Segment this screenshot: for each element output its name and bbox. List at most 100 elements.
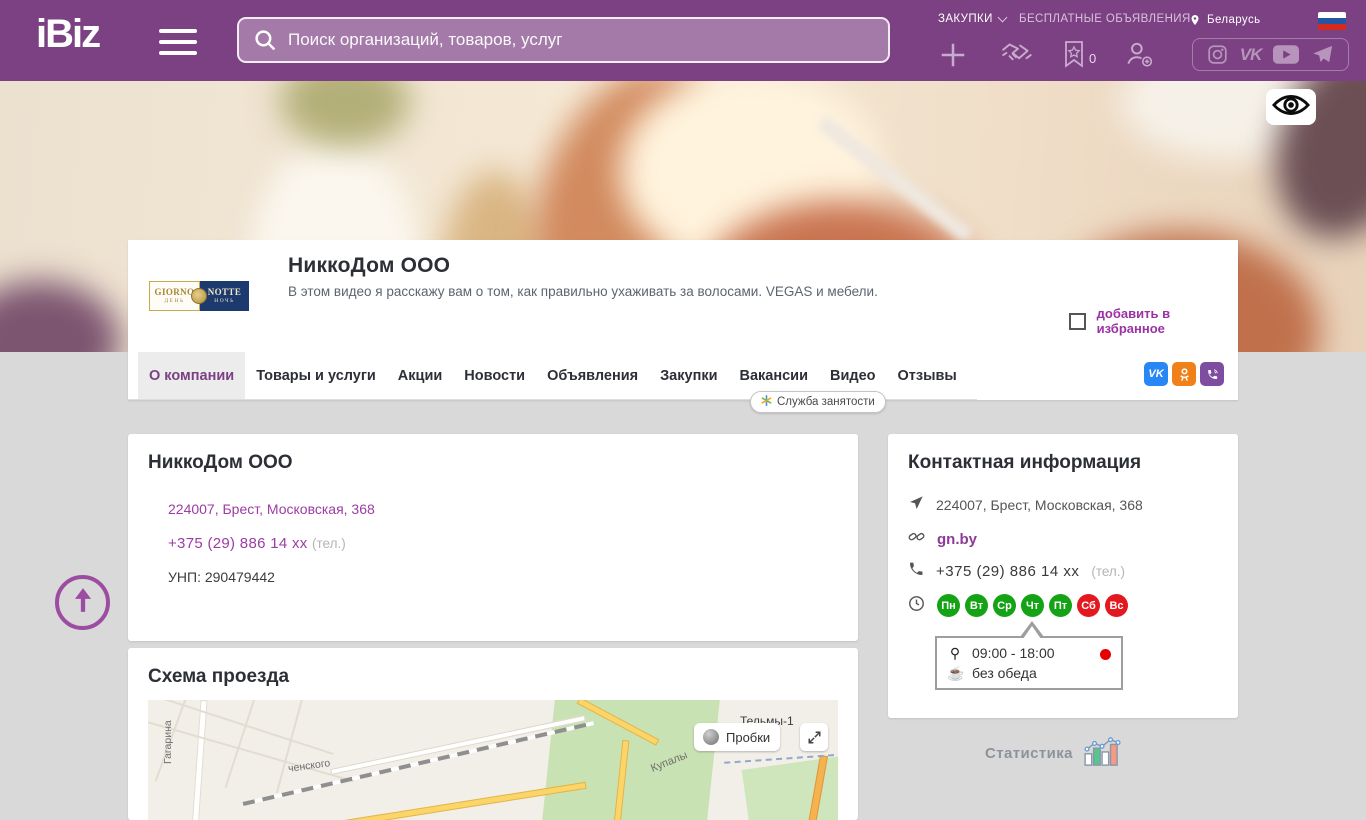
company-card: GIORNO ДЕНЬ NOTTE НОЧЬ НиккоДом ООО В этом… bbox=[128, 240, 1238, 400]
contact-title: Контактная информация bbox=[908, 452, 1141, 474]
contact-phone-number[interactable]: +375 (29) 886 14 xx bbox=[936, 563, 1079, 580]
header: iBiz ЗАКУПКИ БЕСПЛАТНЫЕ ОБЪЯВЛЕНИЯ Белар… bbox=[0, 0, 1366, 81]
employment-service-tooltip: Служба занятости bbox=[750, 391, 886, 413]
day-badge-tue: Вт bbox=[965, 594, 988, 617]
header-social-links: VK bbox=[1192, 38, 1349, 71]
favorite-checkbox[interactable] bbox=[1069, 313, 1086, 330]
company-title: НиккоДом ООО bbox=[288, 254, 450, 278]
menu-icon[interactable] bbox=[159, 29, 197, 62]
hours-lunch-row: ☕ без обеда bbox=[947, 665, 1111, 682]
instagram-icon[interactable] bbox=[1207, 44, 1228, 65]
add-company-button[interactable] bbox=[938, 40, 968, 70]
working-days-row: Пн Вт Ср Чт Пт Сб Вс bbox=[908, 594, 1128, 617]
location-pin-icon bbox=[1189, 13, 1201, 27]
day-badge-wed: Ср bbox=[993, 594, 1016, 617]
language-flag-russian[interactable] bbox=[1318, 12, 1346, 30]
hours-lunch: без обеда bbox=[972, 665, 1037, 681]
tab-products-services[interactable]: Товары и услуги bbox=[245, 352, 387, 399]
favorites-bookmark-button[interactable]: 0 bbox=[1062, 40, 1096, 68]
logo-emblem bbox=[191, 288, 207, 304]
region-label: Беларусь bbox=[1207, 14, 1261, 26]
tab-reviews[interactable]: Отзывы bbox=[887, 352, 968, 399]
navigation-arrow-icon bbox=[908, 495, 924, 514]
day-badge-sat: Сб bbox=[1077, 594, 1100, 617]
search-icon bbox=[253, 28, 278, 53]
logo-notte: NOTTE bbox=[208, 288, 242, 297]
map-road bbox=[191, 700, 207, 820]
coffee-cup-icon: ☕ bbox=[947, 665, 963, 682]
free-ads-link[interactable]: БЕСПЛАТНЫЕ ОБЪЯВЛЕНИЯ bbox=[1019, 13, 1191, 25]
map[interactable]: Гагарина Тельмы-1 ченского Купалы Пробки bbox=[148, 700, 838, 820]
hours-time-row: ⚲ 09:00 - 18:00 bbox=[947, 645, 1111, 662]
clock-icon bbox=[908, 595, 925, 617]
purchases-menu-label: ЗАКУПКИ bbox=[938, 13, 993, 25]
phone-note: (тел.) bbox=[312, 536, 346, 551]
day-badge-fri: Пт bbox=[1049, 594, 1072, 617]
about-title: НиккоДом ООО bbox=[148, 452, 293, 474]
contact-card: Контактная информация 224007, Брест, Мос… bbox=[888, 434, 1238, 718]
day-badge-sun: Вс bbox=[1105, 594, 1128, 617]
traffic-label: Пробки bbox=[726, 730, 770, 745]
viber-icon[interactable] bbox=[1200, 362, 1224, 386]
vk-icon[interactable]: VK bbox=[1240, 45, 1262, 65]
map-fullscreen-button[interactable] bbox=[800, 723, 828, 751]
contact-website-row: gn.by bbox=[908, 528, 977, 550]
map-main-road bbox=[279, 782, 586, 820]
phone-icon bbox=[908, 561, 924, 581]
logo-giorno: GIORNO bbox=[155, 288, 195, 297]
link-chain-icon bbox=[908, 528, 925, 550]
favorite-label: добавить в избранное bbox=[1097, 306, 1238, 336]
tab-promotions[interactable]: Акции bbox=[387, 352, 453, 399]
ibiz-logo[interactable]: iBiz bbox=[36, 12, 99, 57]
traffic-toggle-button[interactable]: Пробки bbox=[694, 723, 780, 751]
closed-now-indicator bbox=[1100, 649, 1111, 660]
logo-den: ДЕНЬ bbox=[164, 299, 184, 305]
free-ads-label: БЕСПЛАТНЫЕ ОБЪЯВЛЕНИЯ bbox=[1019, 13, 1191, 25]
work-tools-icon: ⚲ bbox=[947, 645, 963, 662]
employment-service-label: Служба занятости bbox=[777, 396, 875, 408]
search-input[interactable] bbox=[288, 30, 874, 50]
working-hours-tooltip: ⚲ 09:00 - 18:00 ☕ без обеда bbox=[935, 636, 1123, 690]
telegram-icon[interactable] bbox=[1311, 43, 1334, 66]
website-link[interactable]: gn.by bbox=[937, 531, 977, 548]
contact-address-row: 224007, Брест, Московская, 368 bbox=[908, 495, 1143, 514]
login-register-button[interactable] bbox=[1124, 40, 1154, 68]
vk-share-icon[interactable]: VK bbox=[1144, 362, 1168, 386]
accessibility-eye-button[interactable] bbox=[1266, 89, 1316, 125]
partnership-handshake-icon[interactable] bbox=[1000, 40, 1036, 68]
company-phone[interactable]: +375 (29) 886 14 xx (тел.) bbox=[168, 535, 346, 552]
tab-announcements[interactable]: Объявления bbox=[536, 352, 649, 399]
chevron-down-icon bbox=[997, 12, 1007, 22]
company-unp: УНП: 290479442 bbox=[168, 569, 275, 585]
statistics-chart-icon bbox=[1083, 735, 1123, 771]
day-badge-thu-current: Чт bbox=[1021, 594, 1044, 617]
day-badge-mon: Пн bbox=[937, 594, 960, 617]
search-box bbox=[237, 17, 890, 63]
about-card: НиккоДом ООО 224007, Брест, Московская, … bbox=[128, 434, 858, 641]
traffic-light-icon bbox=[703, 729, 719, 745]
contact-phone-note: (тел.) bbox=[1091, 564, 1125, 579]
tab-purchases[interactable]: Закупки bbox=[649, 352, 728, 399]
logo-noch: НОЧЬ bbox=[214, 299, 235, 305]
odnoklassniki-share-icon[interactable] bbox=[1172, 362, 1196, 386]
eye-icon bbox=[1272, 93, 1310, 122]
map-title: Схема проезда bbox=[148, 666, 289, 688]
company-address-link[interactable]: 224007, Брест, Московская, 368 bbox=[168, 501, 375, 517]
company-description: В этом видео я расскажу вам о том, как п… bbox=[288, 284, 878, 299]
add-to-favorites[interactable]: добавить в избранное bbox=[1069, 306, 1238, 336]
map-street-label: Гагарина bbox=[162, 720, 174, 764]
employment-asterisk-icon bbox=[761, 395, 772, 409]
tab-about[interactable]: О компании bbox=[138, 352, 245, 399]
company-logo: GIORNO ДЕНЬ NOTTE НОЧЬ bbox=[149, 281, 249, 311]
youtube-icon[interactable] bbox=[1273, 45, 1299, 64]
phone-number[interactable]: +375 (29) 886 14 xx bbox=[168, 535, 308, 552]
hours-time: 09:00 - 18:00 bbox=[972, 645, 1055, 661]
scroll-to-top-button[interactable] bbox=[55, 575, 110, 630]
statistics-label: Статистика bbox=[985, 745, 1073, 762]
map-card: Схема проезда Гагарина Тельмы-1 ченского… bbox=[128, 648, 858, 820]
region-selector[interactable]: Беларусь bbox=[1189, 13, 1261, 27]
statistics-link[interactable]: Статистика bbox=[985, 735, 1123, 771]
company-social-links: VK bbox=[1144, 362, 1224, 386]
tab-news[interactable]: Новости bbox=[453, 352, 536, 399]
purchases-menu[interactable]: ЗАКУПКИ bbox=[938, 13, 1006, 25]
